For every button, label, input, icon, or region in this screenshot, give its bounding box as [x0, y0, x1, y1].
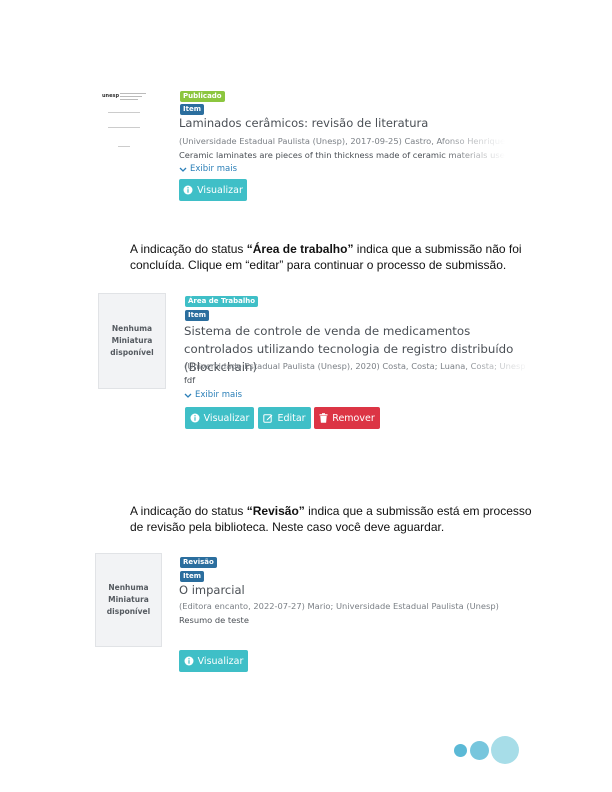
info-icon [184, 656, 194, 666]
item3-meta: (Editora encanto, 2022-07-27) Mario; Uni… [179, 601, 499, 611]
item2-meta: (Universidade Estadual Paulista (Unesp),… [184, 361, 526, 371]
type-badge-item: Item [180, 571, 204, 582]
item1-thumbnail[interactable]: unesp [96, 88, 152, 156]
item3-no-thumbnail[interactable]: Nenhuma Miniatura disponível [95, 553, 162, 647]
thumb-line [118, 146, 130, 147]
view-button-label: Visualizar [197, 655, 244, 667]
status-badge-workspace: Área de Trabalho [185, 296, 259, 307]
no-thumbnail-text: Nenhuma Miniatura disponível [110, 324, 154, 357]
trash-icon [319, 413, 328, 423]
item2-view-button[interactable]: Visualizar [185, 407, 254, 429]
para1-text-start: A indicação do status [130, 242, 247, 256]
item3-abstract: Resumo de teste [179, 615, 249, 625]
thumb-line [108, 112, 140, 113]
info-icon [190, 413, 200, 423]
para2-text-start: A indicação do status [130, 504, 247, 518]
item1-meta: (Universidade Estadual Paulista (Unesp),… [179, 136, 505, 146]
edit-button-label: Editar [277, 412, 306, 424]
thumb-line [120, 93, 146, 94]
no-thumbnail-text: Nenhuma Miniatura disponível [106, 583, 151, 616]
dot-small [454, 744, 467, 757]
item1-show-more[interactable]: Exibir mais [179, 164, 237, 175]
view-button-label: Visualizar [203, 412, 250, 424]
review-status-explanation: A indicação do status “Revisão” indica q… [130, 503, 540, 535]
chevron-down-icon [184, 393, 192, 398]
para1-status-term: “Área de trabalho” [246, 242, 354, 256]
status-badge-review: Revisão [180, 557, 217, 568]
workspace-status-explanation: A indicação do status “Área de trabalho”… [130, 241, 540, 273]
type-badge-item: Item [185, 310, 209, 321]
type-badge-item: Item [180, 104, 204, 115]
status-badge-published: Publicado [180, 91, 225, 102]
item2-edit-button[interactable]: Editar [258, 407, 311, 429]
item3-view-button[interactable]: Visualizar [179, 650, 248, 672]
item2-remove-button[interactable]: Remover [314, 407, 380, 429]
unesp-logo: unesp [102, 93, 120, 99]
show-more-label: Exibir mais [190, 164, 237, 174]
edit-icon [263, 414, 273, 423]
dot-medium [470, 741, 489, 760]
item2-no-thumbnail[interactable]: Nenhuma Miniatura disponível [98, 293, 166, 389]
view-button-label: Visualizar [197, 184, 243, 196]
item1-abstract: Ceramic laminates are pieces of thin thi… [179, 150, 505, 160]
show-more-label: Exibir mais [195, 390, 242, 400]
info-icon [183, 185, 193, 195]
dot-large [491, 736, 519, 764]
thumb-line [108, 127, 140, 128]
item1-title[interactable]: Laminados cerâmicos: revisão de literatu… [179, 116, 519, 131]
thumb-line [120, 96, 142, 97]
item2-abstract: fdf [184, 375, 196, 385]
para2-status-term: “Revisão” [246, 504, 305, 518]
item1-view-button[interactable]: Visualizar [179, 179, 247, 201]
remove-button-label: Remover [332, 412, 375, 424]
item2-show-more[interactable]: Exibir mais [184, 390, 242, 401]
chevron-down-icon [179, 167, 187, 172]
item3-title[interactable]: O imparcial [179, 583, 479, 598]
thumb-line [120, 99, 138, 100]
decorative-dots [454, 736, 524, 766]
